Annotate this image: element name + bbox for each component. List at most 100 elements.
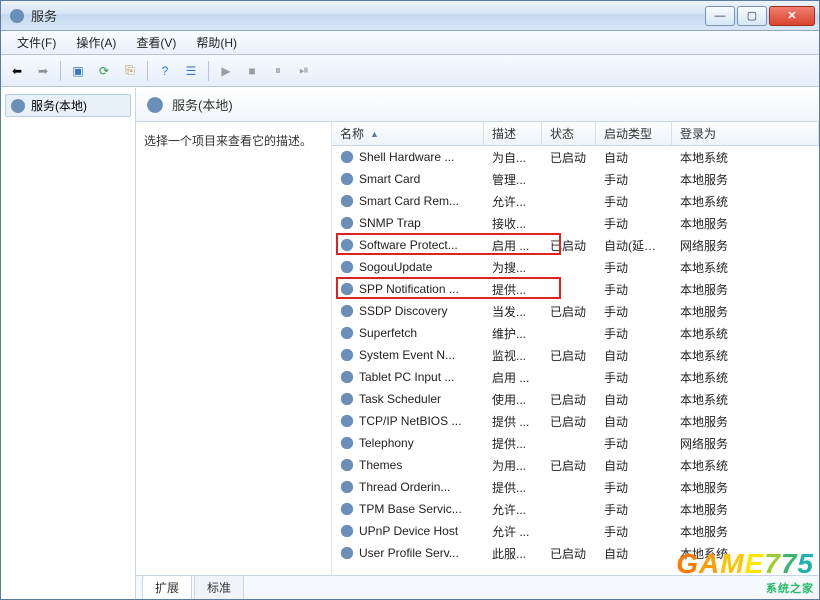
tree-services-local[interactable]: 服务(本地)	[5, 94, 131, 117]
minimize-button[interactable]: —	[705, 6, 735, 26]
service-name: User Profile Serv...	[359, 546, 459, 560]
column-headers: 名称▲ 描述 状态 启动类型 登录为	[332, 122, 819, 146]
service-desc: 监视...	[484, 347, 542, 364]
table-row[interactable]: TPM Base Servic...允许...手动本地服务	[332, 498, 819, 520]
window-title: 服务	[31, 6, 57, 25]
column-startup-type[interactable]: 启动类型	[596, 122, 672, 145]
service-status: 已启动	[542, 545, 596, 562]
export-list-button[interactable]: ⎘	[118, 59, 142, 83]
service-status: 已启动	[542, 303, 596, 320]
arrow-left-icon: ⬅	[12, 64, 22, 78]
service-logon: 本地系统	[672, 457, 819, 474]
service-startup: 自动	[596, 347, 672, 364]
service-startup: 自动	[596, 413, 672, 430]
column-name[interactable]: 名称▲	[332, 122, 484, 145]
service-desc: 为用...	[484, 457, 542, 474]
service-logon: 本地服务	[672, 303, 819, 320]
table-row[interactable]: Telephony提供...手动网络服务	[332, 432, 819, 454]
refresh-button[interactable]: ⟳	[92, 59, 116, 83]
gear-icon	[340, 150, 354, 164]
service-status: 已启动	[542, 149, 596, 166]
column-description[interactable]: 描述	[484, 122, 542, 145]
services-icon	[9, 8, 25, 24]
column-status[interactable]: 状态	[542, 122, 596, 145]
service-logon: 本地服务	[672, 171, 819, 188]
play-icon: ▶	[221, 64, 230, 78]
result-pane-header: 服务(本地)	[136, 88, 819, 122]
pause-service-button[interactable]: ⏸	[266, 59, 290, 83]
gear-icon	[340, 414, 354, 428]
gear-icon	[340, 370, 354, 384]
service-logon: 网络服务	[672, 435, 819, 452]
table-row[interactable]: User Profile Serv...此服...已启动自动本地系统	[332, 542, 819, 564]
back-button[interactable]: ⬅	[5, 59, 29, 83]
table-row[interactable]: Thread Orderin...提供...手动本地服务	[332, 476, 819, 498]
table-row[interactable]: Superfetch维护...手动本地系统	[332, 322, 819, 344]
service-startup: 手动	[596, 281, 672, 298]
table-row[interactable]: UPnP Device Host允许 ...手动本地服务	[332, 520, 819, 542]
description-prompt: 选择一个项目来查看它的描述。	[144, 132, 321, 149]
tab-extended[interactable]: 扩展	[142, 575, 192, 599]
properties-button[interactable]: ☰	[179, 59, 203, 83]
titlebar[interactable]: 服务 — ▢ ✕	[1, 1, 819, 31]
table-row[interactable]: System Event N... 监视...已启动自动本地系统	[332, 344, 819, 366]
table-row[interactable]: SNMP Trap接收...手动本地服务	[332, 212, 819, 234]
column-logon-as[interactable]: 登录为	[672, 122, 819, 145]
table-row[interactable]: Smart Card Rem...允许...手动本地系统	[332, 190, 819, 212]
start-service-button[interactable]: ▶	[214, 59, 238, 83]
gear-icon	[340, 194, 354, 208]
properties-icon: ☰	[186, 64, 197, 78]
service-logon: 本地系统	[672, 369, 819, 386]
service-name: System Event N...	[359, 348, 455, 362]
gear-icon	[340, 458, 354, 472]
service-logon: 本地系统	[672, 149, 819, 166]
service-logon: 本地系统	[672, 325, 819, 342]
refresh-icon: ⟳	[99, 64, 109, 78]
close-button[interactable]: ✕	[769, 6, 815, 26]
table-row[interactable]: Software Protect...启用 ...已启动自动(延迟...网络服务	[332, 234, 819, 256]
gear-icon	[340, 502, 354, 516]
gear-icon	[340, 282, 354, 296]
table-row[interactable]: Tablet PC Input ...启用 ...手动本地系统	[332, 366, 819, 388]
service-desc: 提供...	[484, 479, 542, 496]
service-startup: 手动	[596, 501, 672, 518]
table-row[interactable]: Smart Card管理...手动本地服务	[332, 168, 819, 190]
table-row[interactable]: TCP/IP NetBIOS ...提供 ...已启动自动本地服务	[332, 410, 819, 432]
forward-button[interactable]: ➡	[31, 59, 55, 83]
menu-help[interactable]: 帮助(H)	[186, 31, 247, 54]
table-row[interactable]: Task Scheduler使用...已启动自动本地系统	[332, 388, 819, 410]
gear-icon	[146, 96, 164, 114]
gear-icon	[340, 524, 354, 538]
table-row[interactable]: Shell Hardware ...为自...已启动自动本地系统	[332, 146, 819, 168]
service-logon: 本地系统	[672, 347, 819, 364]
service-name: Superfetch	[359, 326, 417, 340]
menu-action[interactable]: 操作(A)	[66, 31, 126, 54]
tree-item-label: 服务(本地)	[31, 97, 87, 114]
service-desc: 允许 ...	[484, 523, 542, 540]
help-button[interactable]: ?	[153, 59, 177, 83]
menu-view[interactable]: 查看(V)	[126, 31, 186, 54]
show-hide-tree-button[interactable]: ▣	[66, 59, 90, 83]
menu-file[interactable]: 文件(F)	[7, 31, 66, 54]
panel-icon: ▣	[72, 64, 83, 78]
service-name: SNMP Trap	[359, 216, 421, 230]
stop-service-button[interactable]: ■	[240, 59, 264, 83]
service-desc: 管理...	[484, 171, 542, 188]
service-status: 已启动	[542, 347, 596, 364]
service-desc: 启用 ...	[484, 237, 542, 254]
restart-service-button[interactable]: ⏯	[292, 59, 316, 83]
service-name: SogouUpdate	[359, 260, 432, 274]
tab-standard[interactable]: 标准	[194, 575, 244, 599]
table-row[interactable]: SPP Notification ...提供...手动本地服务	[332, 278, 819, 300]
restart-icon: ⏯	[299, 63, 309, 78]
table-row[interactable]: SSDP Discovery当发...已启动手动本地服务	[332, 300, 819, 322]
service-logon: 本地服务	[672, 215, 819, 232]
menubar: 文件(F) 操作(A) 查看(V) 帮助(H)	[1, 31, 819, 55]
maximize-button[interactable]: ▢	[737, 6, 767, 26]
service-startup: 手动	[596, 523, 672, 540]
table-row[interactable]: SogouUpdate为搜...手动本地系统	[332, 256, 819, 278]
service-name: Software Protect...	[359, 238, 458, 252]
table-row[interactable]: Themes为用...已启动自动本地系统	[332, 454, 819, 476]
service-desc: 此服...	[484, 545, 542, 562]
service-name: SPP Notification ...	[359, 282, 459, 296]
